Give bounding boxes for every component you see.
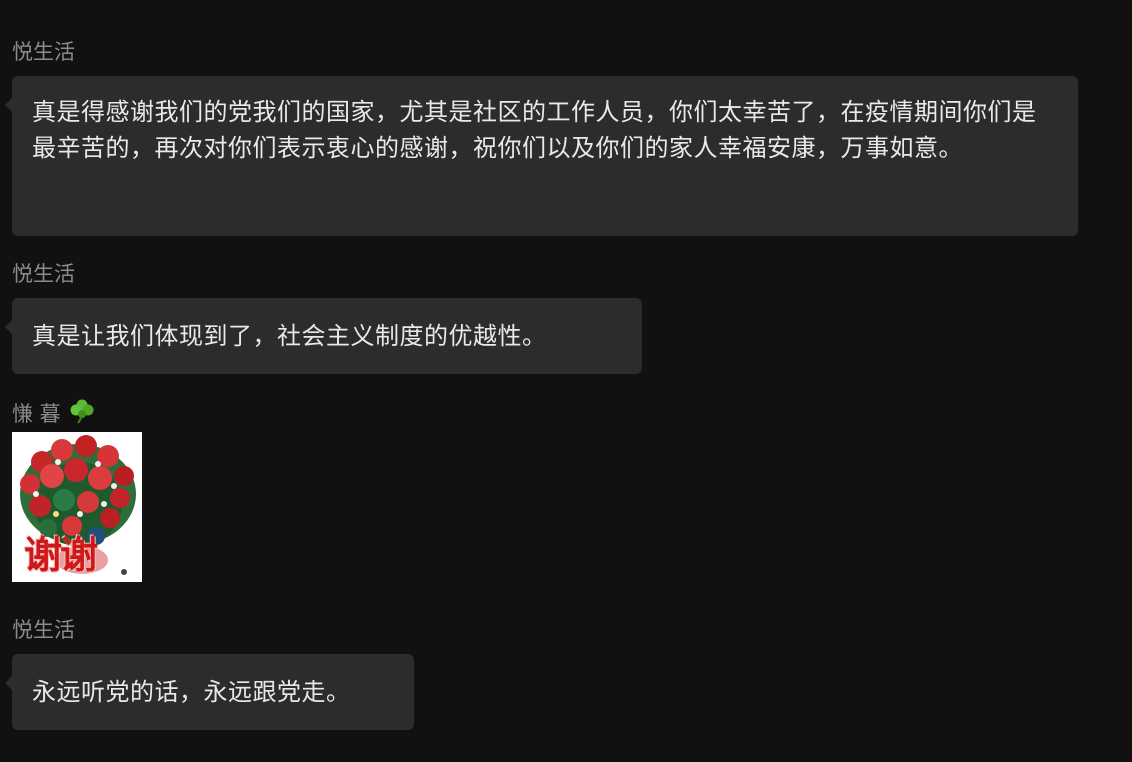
message-text: 真是让我们体现到了，社会主义制度的优越性。 bbox=[32, 322, 547, 350]
sender-name[interactable]: 悦生活 bbox=[12, 38, 75, 66]
message-group: 悦生活 bbox=[12, 616, 75, 644]
four-leaf-clover-icon bbox=[69, 398, 95, 431]
message-bubble[interactable]: 真是得感谢我们的党我们的国家，尤其是社区的工作人员，你们太幸苦了，在疫情期间你们… bbox=[5, 76, 1078, 236]
message-text: 真是得感谢我们的党我们的国家，尤其是社区的工作人员，你们太幸苦了，在疫情期间你们… bbox=[32, 98, 1037, 162]
flower-bouquet-sticker[interactable]: 谢谢 bbox=[12, 432, 142, 582]
chat-window: 悦生活 真是得感谢我们的党我们的国家，尤其是社区的工作人员，你们太幸苦了，在疫情… bbox=[0, 0, 1132, 762]
sender-name-row: 慊 暮 bbox=[12, 398, 312, 426]
message-text: 永远听党的话，永远跟党走。 bbox=[32, 678, 351, 706]
message-bubble[interactable]: 永远听党的话，永远跟党走。 bbox=[5, 654, 414, 730]
sticker-caption: 谢谢 bbox=[24, 533, 98, 577]
message-group: 悦生活 bbox=[12, 260, 75, 288]
sender-name[interactable]: 悦生活 bbox=[12, 616, 75, 644]
message-group: 慊 暮 谢谢 bbox=[12, 398, 312, 588]
sender-name[interactable]: 慊 暮 bbox=[12, 402, 61, 426]
message-group: 悦生活 bbox=[12, 38, 75, 66]
message-bubble[interactable]: 真是让我们体现到了，社会主义制度的优越性。 bbox=[5, 298, 642, 374]
sender-name[interactable]: 悦生活 bbox=[12, 260, 75, 288]
